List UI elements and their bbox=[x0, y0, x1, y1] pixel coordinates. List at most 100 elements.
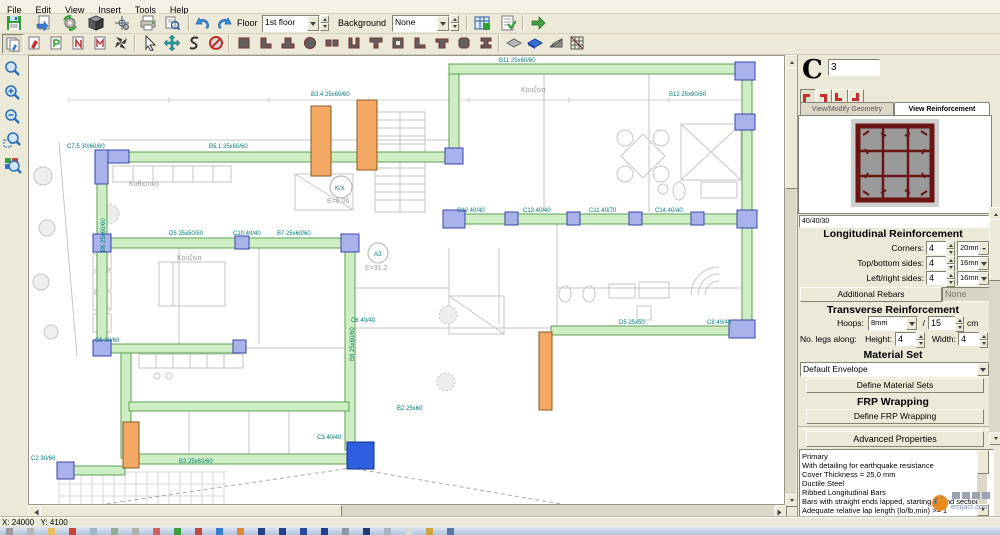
floor-stepper[interactable] bbox=[320, 15, 329, 30]
move-button[interactable] bbox=[162, 34, 182, 52]
section-box-button[interactable] bbox=[388, 34, 408, 52]
taskbar-icon[interactable] bbox=[279, 528, 286, 535]
section-i-button[interactable] bbox=[476, 34, 496, 52]
copy-p-button[interactable] bbox=[46, 34, 66, 52]
tables-button[interactable] bbox=[472, 14, 492, 32]
chevron-down-icon[interactable] bbox=[977, 363, 989, 376]
legs-height-stepper[interactable] bbox=[916, 332, 925, 346]
chevron-down-icon[interactable] bbox=[978, 242, 989, 255]
zoom-extents-button[interactable] bbox=[3, 156, 23, 174]
section-l2-button[interactable] bbox=[410, 34, 430, 52]
selected-column-c3[interactable] bbox=[347, 442, 374, 469]
zoom-window-button[interactable] bbox=[3, 60, 23, 78]
taskbar-icon[interactable] bbox=[216, 528, 223, 535]
corners-stepper[interactable] bbox=[946, 241, 955, 255]
additional-rebars-button[interactable]: Additional Rebars bbox=[800, 287, 942, 302]
material-set-select[interactable]: Default Envelope bbox=[800, 362, 990, 377]
section-t2-button[interactable] bbox=[432, 34, 452, 52]
hoops-spacing-input[interactable]: 15 bbox=[928, 316, 958, 330]
hoops-size-select[interactable]: 8mm bbox=[868, 316, 918, 331]
copy-n-button[interactable] bbox=[68, 34, 88, 52]
zoom-previous-button[interactable] bbox=[3, 132, 23, 150]
section-u-button[interactable] bbox=[344, 34, 364, 52]
copy-m-button[interactable] bbox=[90, 34, 110, 52]
chevron-down-icon[interactable] bbox=[978, 272, 989, 285]
taskbar-icon[interactable] bbox=[90, 528, 97, 535]
background-stepper[interactable] bbox=[450, 15, 459, 30]
taskbar-icon[interactable] bbox=[384, 528, 391, 535]
taskbar-icon[interactable] bbox=[321, 528, 328, 535]
taskbar[interactable] bbox=[0, 527, 1000, 535]
taskbar-icon[interactable] bbox=[405, 528, 412, 535]
blue-columns[interactable] bbox=[57, 62, 757, 479]
taskbar-icon[interactable] bbox=[447, 528, 454, 535]
copy-load-button[interactable] bbox=[24, 34, 44, 52]
section-octagon-button[interactable] bbox=[454, 34, 474, 52]
zoom-in-button[interactable] bbox=[3, 84, 23, 102]
taskbar-icon[interactable] bbox=[426, 528, 433, 535]
view-3d-button[interactable] bbox=[86, 14, 106, 32]
frame-view-button[interactable] bbox=[567, 34, 587, 52]
tab-reinforcement[interactable]: View Reinforcement bbox=[894, 102, 990, 116]
taskbar-icon[interactable] bbox=[195, 528, 202, 535]
paste-properties-button[interactable] bbox=[2, 34, 24, 54]
section-double-button[interactable] bbox=[322, 34, 342, 52]
define-material-sets-button[interactable]: Define Material Sets bbox=[806, 378, 984, 393]
section-number-input[interactable]: 3 bbox=[828, 59, 880, 76]
taskbar-icon[interactable] bbox=[69, 528, 76, 535]
redo-button[interactable] bbox=[214, 14, 234, 32]
taskbar-icon[interactable] bbox=[342, 528, 349, 535]
slab-ramp-button[interactable] bbox=[546, 34, 566, 52]
taskbar-icon[interactable] bbox=[300, 528, 307, 535]
slab-blue-button[interactable] bbox=[525, 34, 545, 52]
go-button[interactable] bbox=[528, 14, 548, 32]
print-button[interactable] bbox=[138, 14, 158, 32]
section-t-button[interactable] bbox=[366, 34, 386, 52]
import-button[interactable] bbox=[34, 14, 54, 32]
taskbar-icon[interactable] bbox=[258, 528, 265, 535]
taskbar-icon[interactable] bbox=[174, 528, 181, 535]
zoom-out-button[interactable] bbox=[3, 108, 23, 126]
taskbar-icon[interactable] bbox=[6, 528, 13, 535]
taskbar-icon[interactable] bbox=[363, 528, 370, 535]
section-rect-button[interactable] bbox=[234, 34, 254, 52]
floor-select[interactable]: 1st floor bbox=[262, 15, 320, 32]
advanced-properties-button[interactable]: Advanced Properties bbox=[806, 431, 984, 447]
delete-button[interactable] bbox=[206, 34, 226, 52]
chevron-down-icon[interactable] bbox=[906, 317, 917, 330]
hoops-spacing-stepper[interactable] bbox=[955, 316, 964, 330]
fan-button[interactable] bbox=[111, 34, 131, 52]
canvas-vscrollbar[interactable] bbox=[785, 55, 796, 505]
drawing-canvas[interactable]: C7.5 30/60/60B5.1 25x60/60B3.4 25x60/60B… bbox=[28, 55, 785, 505]
background-select[interactable]: None bbox=[392, 15, 450, 32]
print-preview-button[interactable] bbox=[162, 14, 182, 32]
legs-width-stepper[interactable] bbox=[979, 332, 988, 346]
taskbar-icon[interactable] bbox=[48, 528, 55, 535]
topbottom-stepper[interactable] bbox=[946, 256, 955, 270]
section-l-button[interactable] bbox=[256, 34, 276, 52]
section-footing-button[interactable] bbox=[278, 34, 298, 52]
taskbar-icon[interactable] bbox=[111, 528, 118, 535]
define-frp-wrapping-button[interactable]: Define FRP Wrapping bbox=[806, 409, 984, 424]
report-button[interactable] bbox=[498, 14, 518, 32]
corners-size-select[interactable]: 20mm bbox=[957, 241, 990, 256]
section-circle-button[interactable] bbox=[300, 34, 320, 52]
leftright-stepper[interactable] bbox=[946, 271, 955, 285]
tab-geometry[interactable]: View/Modify Geometry bbox=[800, 102, 894, 116]
select-button[interactable] bbox=[140, 34, 160, 52]
chevron-down-icon[interactable] bbox=[437, 16, 449, 31]
topbottom-size-select[interactable]: 16mm bbox=[957, 256, 990, 271]
taskbar-icon[interactable] bbox=[27, 528, 34, 535]
taskbar-icon[interactable] bbox=[237, 528, 244, 535]
canvas-hscrollbar[interactable] bbox=[28, 505, 785, 517]
axes-settings-button[interactable] bbox=[112, 14, 132, 32]
leftright-size-select[interactable]: 16mm bbox=[957, 271, 990, 286]
taskbar-icon[interactable] bbox=[132, 528, 139, 535]
spline-button[interactable] bbox=[184, 34, 204, 52]
undo-button[interactable] bbox=[193, 14, 213, 32]
slab-flat-button[interactable] bbox=[504, 34, 524, 52]
panel-scrollbar[interactable] bbox=[989, 207, 1000, 443]
refresh-button[interactable] bbox=[60, 14, 80, 32]
save-button[interactable] bbox=[4, 14, 24, 32]
chevron-down-icon[interactable] bbox=[978, 257, 989, 270]
